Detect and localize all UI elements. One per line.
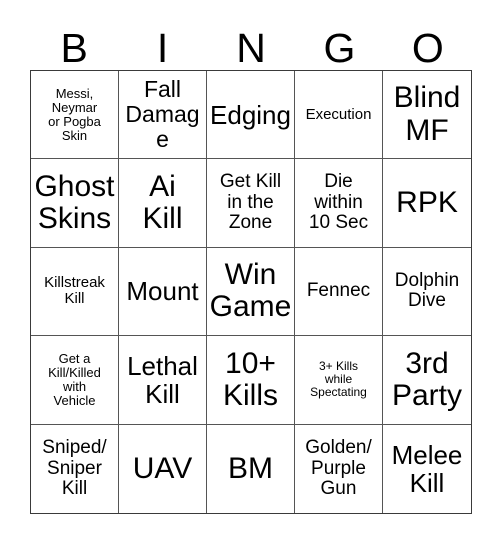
bingo-grid: Messi, Neymar or Pogba Skin Fall Damage Ed… bbox=[30, 70, 472, 514]
bingo-cell-label: 10+ Kills bbox=[222, 346, 278, 412]
bingo-cell[interactable]: Lethal Kill bbox=[119, 336, 207, 425]
bingo-cell[interactable]: RPK bbox=[383, 159, 471, 248]
bingo-cell[interactable]: Mount bbox=[119, 247, 207, 337]
bingo-cell[interactable]: 3rd Party bbox=[383, 336, 471, 425]
bingo-cell[interactable]: Ai Kill bbox=[119, 159, 207, 248]
bingo-cell[interactable]: Messi, Neymar or Pogba Skin bbox=[31, 71, 119, 160]
bingo-cell-label: Get a Kill/Killed with Vehicle bbox=[48, 350, 101, 408]
bingo-card: B I N G O Messi, Neymar or Pogba Skin Fal… bbox=[0, 0, 500, 544]
bingo-cell-label: Ghost Skins bbox=[34, 169, 115, 236]
bingo-cell-label: Sniped/ Sniper Kill bbox=[42, 437, 107, 500]
bingo-cell-label: Killstreak Kill bbox=[44, 274, 105, 308]
bingo-cell[interactable]: Melee Kill bbox=[383, 424, 471, 513]
bingo-cell[interactable]: Golden/ Purple Gun bbox=[295, 424, 383, 513]
bingo-cell[interactable]: Win Game bbox=[207, 247, 295, 337]
bingo-cell-label: Melee Kill bbox=[391, 439, 463, 498]
bingo-cell[interactable]: Dolphin Dive bbox=[383, 247, 471, 337]
bingo-cell[interactable]: Sniped/ Sniper Kill bbox=[31, 424, 119, 513]
bingo-cell-label: Messi, Neymar or Pogba Skin bbox=[48, 85, 101, 143]
bingo-cell-label: Ai Kill bbox=[142, 169, 183, 236]
bingo-cell[interactable]: 3+ Kills while Spectating bbox=[295, 336, 383, 425]
bingo-cell-label: 3+ Kills while Spectating bbox=[310, 359, 367, 400]
header-letter-n: N bbox=[236, 25, 266, 71]
bingo-cell[interactable]: UAV bbox=[119, 424, 207, 513]
bingo-cell[interactable]: 10+ Kills bbox=[207, 336, 295, 425]
bingo-cell-label: 3rd Party bbox=[391, 346, 463, 412]
bingo-cell[interactable]: Blind MF bbox=[383, 71, 471, 160]
bingo-cell[interactable]: Edging bbox=[207, 71, 295, 160]
bingo-cell[interactable]: BM bbox=[207, 424, 295, 513]
bingo-cell-label: Fall Damage bbox=[125, 76, 200, 153]
header-letter-g: G bbox=[323, 25, 356, 71]
bingo-cell[interactable]: Get Kill in the Zone bbox=[207, 159, 295, 248]
header-letter-i: I bbox=[156, 25, 169, 71]
bingo-cell-label: RPK bbox=[396, 185, 458, 219]
bingo-cell-label: Lethal Kill bbox=[127, 350, 198, 409]
bingo-cell[interactable]: Die within 10 Sec bbox=[295, 159, 383, 248]
bingo-cell[interactable]: Execution bbox=[295, 71, 383, 160]
bingo-cell[interactable]: Fall Damage bbox=[119, 71, 207, 160]
bingo-cell-label: Get Kill in the Zone bbox=[219, 171, 282, 234]
bingo-cell[interactable]: Killstreak Kill bbox=[31, 247, 119, 337]
bingo-cell-label: Dolphin Dive bbox=[394, 269, 460, 312]
bingo-cell-label: Edging bbox=[210, 99, 291, 130]
bingo-cell-label: Golden/ Purple Gun bbox=[305, 437, 372, 500]
bingo-cell-label: Fennec bbox=[306, 280, 371, 302]
bingo-cell-label: Blind MF bbox=[393, 81, 461, 147]
bingo-cell-label: UAV bbox=[132, 451, 193, 485]
bingo-cell[interactable]: Ghost Skins bbox=[31, 159, 119, 248]
bingo-cell-label: Win Game bbox=[209, 258, 292, 324]
bingo-cell-label: BM bbox=[228, 451, 273, 485]
bingo-cell[interactable]: Fennec bbox=[295, 247, 383, 337]
header-letter-o: O bbox=[411, 25, 444, 71]
bingo-cell[interactable]: Get a Kill/Killed with Vehicle bbox=[31, 336, 119, 425]
bingo-cell-label: Execution bbox=[305, 105, 372, 123]
bingo-cell-label: Mount bbox=[126, 276, 199, 307]
header-letter-b: B bbox=[60, 25, 88, 71]
bingo-header-row: B I N G O bbox=[30, 16, 472, 70]
bingo-cell-label: Die within 10 Sec bbox=[308, 171, 369, 234]
